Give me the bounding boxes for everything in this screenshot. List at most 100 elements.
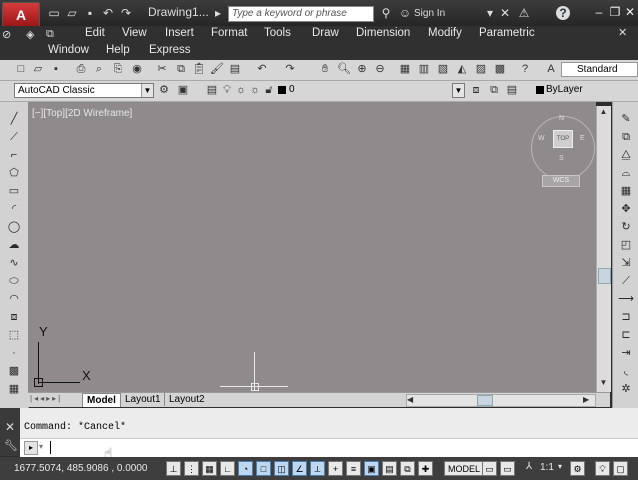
- join-icon[interactable]: ⊏: [617, 328, 635, 342]
- hatch-icon[interactable]: ▩: [5, 364, 23, 378]
- properties-icon[interactable]: ▦: [398, 62, 412, 76]
- workspace-select[interactable]: AutoCAD Classic ▼: [14, 83, 154, 98]
- ortho-mode-icon[interactable]: ∟: [220, 461, 235, 476]
- workspace-switching-icon[interactable]: ⚙: [570, 461, 585, 476]
- gradient-icon[interactable]: ▦: [5, 382, 23, 396]
- workspace-settings-icon[interactable]: ⚙: [157, 83, 171, 97]
- menu-window[interactable]: Window: [48, 44, 89, 56]
- redo-icon[interactable]: ↷: [283, 62, 297, 76]
- layer-on-icon[interactable]: 💡︎: [220, 83, 234, 97]
- chevron-down-icon[interactable]: ▼: [141, 84, 153, 97]
- erase-icon[interactable]: ✎: [617, 112, 635, 126]
- point-icon[interactable]: ·: [5, 346, 23, 360]
- menu-express[interactable]: Express: [149, 44, 191, 56]
- close-button[interactable]: ✕: [621, 5, 638, 20]
- zoom-previous-icon[interactable]: ⊖: [373, 62, 387, 76]
- object-snap-icon[interactable]: □: [256, 461, 271, 476]
- wrench-icon[interactable]: 🔧︎: [4, 439, 18, 452]
- sheet-set-icon[interactable]: ◭: [455, 62, 469, 76]
- annotation-monitor-icon[interactable]: ✚: [418, 461, 433, 476]
- wcs-menu-button[interactable]: WCS: [542, 175, 580, 187]
- command-recent-icon[interactable]: ▾: [39, 442, 43, 451]
- color-select[interactable]: ByLayer: [530, 83, 638, 98]
- make-block-icon[interactable]: ⬚: [5, 328, 23, 342]
- coordinate-readout[interactable]: 1677.5074, 485.9086 , 0.0000: [14, 463, 147, 474]
- grid-display-icon[interactable]: ▦: [202, 461, 217, 476]
- scroll-up-icon[interactable]: ▲: [598, 107, 609, 117]
- pan-icon[interactable]: ✋︎: [318, 62, 332, 76]
- open-folder-icon[interactable]: ▱: [64, 5, 80, 21]
- chevron-down-icon[interactable]: ▾: [558, 462, 562, 471]
- open-icon[interactable]: ▱: [31, 62, 45, 76]
- model-space-toggle[interactable]: MODEL: [444, 461, 485, 476]
- design-center-icon[interactable]: ▥: [417, 62, 431, 76]
- dynamic-input-icon[interactable]: +: [328, 461, 343, 476]
- polygon-icon[interactable]: ⬠: [5, 166, 23, 180]
- viewport-controls-label[interactable]: [−][Top][2D Wireframe]: [32, 108, 132, 119]
- transparency-icon[interactable]: ▣: [364, 461, 379, 476]
- tab-layout2[interactable]: Layout2: [164, 393, 209, 406]
- new-file-icon[interactable]: ▭: [46, 5, 62, 21]
- lineweight-icon[interactable]: ≡: [346, 461, 361, 476]
- object-snap-tracking-icon[interactable]: ∠: [292, 461, 307, 476]
- scroll-right-icon[interactable]: ▶: [583, 395, 589, 404]
- extend-icon[interactable]: ⟶: [617, 292, 635, 306]
- menu-view[interactable]: View: [122, 27, 147, 39]
- layer-select[interactable]: 0: [286, 83, 464, 98]
- menu-tools[interactable]: Tools: [264, 27, 291, 39]
- vertical-scrollbar[interactable]: ▲ ▼: [596, 106, 611, 392]
- infer-constraints-icon[interactable]: ⊥: [166, 461, 181, 476]
- help-icon[interactable]: ?: [518, 62, 532, 76]
- cube-icon[interactable]: ◈: [26, 28, 40, 42]
- title-dropdown-icon[interactable]: ▸: [210, 5, 226, 21]
- undo-icon[interactable]: ↶: [100, 5, 116, 21]
- rotate-icon[interactable]: ↻: [617, 220, 635, 234]
- 3d-print-icon[interactable]: ◉: [130, 62, 144, 76]
- cut-icon[interactable]: ✂: [155, 62, 169, 76]
- layer-previous-icon[interactable]: ⧉: [487, 83, 501, 97]
- lightbulb-icon[interactable]: 💡︎: [595, 461, 610, 476]
- array-icon[interactable]: ▦: [617, 184, 635, 198]
- save-icon[interactable]: ▪: [82, 5, 98, 21]
- menu-help[interactable]: Help: [106, 44, 130, 56]
- layer-freeze-icon[interactable]: ☼: [234, 83, 248, 97]
- layer-states-icon[interactable]: ▤: [505, 83, 519, 97]
- hscroll-thumb[interactable]: [477, 395, 493, 406]
- communication-icon[interactable]: ⚠: [516, 5, 532, 21]
- quick-view-layouts-icon[interactable]: ▭: [482, 461, 497, 476]
- scroll-down-icon[interactable]: ▼: [598, 378, 609, 388]
- quick-view-drawings-icon[interactable]: ▭: [500, 461, 515, 476]
- save-icon[interactable]: ▪: [49, 62, 63, 76]
- annotation-scale-icon[interactable]: ⅄: [526, 461, 532, 472]
- layer-properties-icon[interactable]: ▤: [205, 83, 219, 97]
- plot-preview-icon[interactable]: ⌕: [92, 62, 106, 76]
- stretch-icon[interactable]: ⇲: [617, 256, 635, 270]
- search-input[interactable]: Type a keyword or phrase: [228, 6, 374, 22]
- polar-tracking-icon[interactable]: ◔: [238, 461, 253, 476]
- publish-icon[interactable]: ⎘: [111, 62, 125, 76]
- snap-mode-icon[interactable]: ⋮: [184, 461, 199, 476]
- offset-icon[interactable]: ⌓: [617, 166, 635, 180]
- rectangle-icon[interactable]: ▭: [5, 184, 23, 198]
- menu-edit[interactable]: Edit: [85, 27, 105, 39]
- tab-model[interactable]: Model: [82, 393, 121, 407]
- command-prompt-icon[interactable]: ▸: [24, 441, 38, 455]
- construction-line-icon[interactable]: ⟋: [5, 130, 23, 144]
- tab-layout1[interactable]: Layout1: [120, 393, 165, 406]
- fillet-icon[interactable]: ◟: [617, 364, 635, 378]
- compass-north[interactable]: N: [559, 115, 564, 122]
- menu-modify[interactable]: Modify: [428, 27, 462, 39]
- scale-icon[interactable]: ◰: [617, 238, 635, 252]
- revision-cloud-icon[interactable]: ☁︎: [5, 238, 23, 252]
- block-editor-icon[interactable]: ▤: [228, 62, 242, 76]
- exchange-icon[interactable]: ✕: [497, 5, 513, 21]
- polyline-icon[interactable]: ⌐: [5, 148, 23, 162]
- trim-icon[interactable]: ⟋: [617, 274, 635, 288]
- help-icon[interactable]: ?: [556, 6, 570, 20]
- menu-close-icon[interactable]: ✕: [618, 26, 627, 39]
- arc-icon[interactable]: ◜: [5, 202, 23, 216]
- annotation-scale[interactable]: 1:1: [540, 462, 554, 473]
- zoom-realtime-icon[interactable]: 🔍︎: [337, 62, 351, 76]
- drawing-window-icon[interactable]: ⧉: [46, 28, 60, 42]
- mirror-icon[interactable]: ⧋: [617, 148, 635, 162]
